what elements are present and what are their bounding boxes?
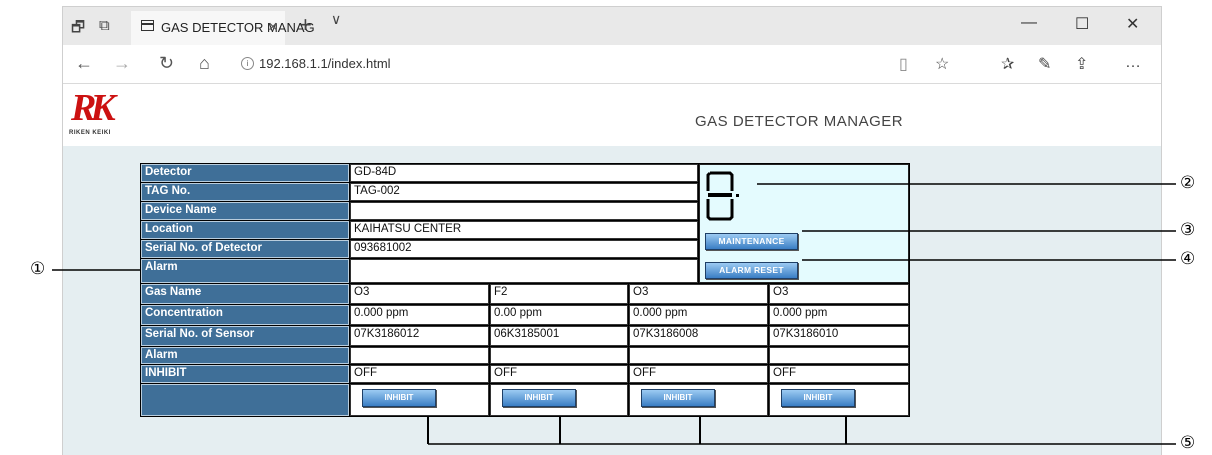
callout-3: ③ (1180, 220, 1196, 239)
callout-4: ④ (1180, 249, 1196, 268)
callout-5: ⑤ (1180, 433, 1196, 452)
callout-2: ② (1180, 173, 1196, 192)
callout-1: ① (30, 259, 46, 278)
callout-lines (52, 183, 1176, 445)
